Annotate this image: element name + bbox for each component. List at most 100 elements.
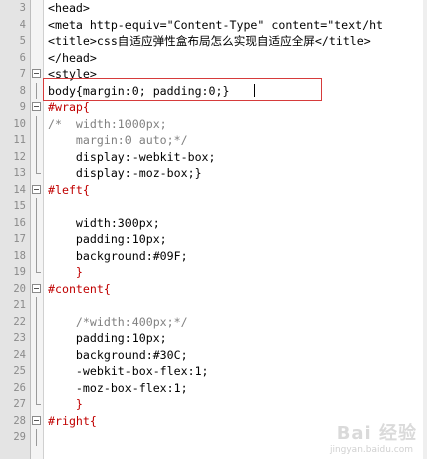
line-number: 27	[13, 398, 26, 410]
code-line[interactable]: 18 background:#09F;	[0, 247, 427, 265]
line-number: 10	[13, 117, 26, 130]
line-number: 7	[19, 68, 26, 80]
line-number: 6	[19, 51, 26, 64]
code-line[interactable]: 6 </head>	[0, 50, 427, 67]
code-text[interactable]: -moz-box-flex:1;	[48, 380, 188, 397]
code-line[interactable]: 24 background:#30C;	[0, 346, 427, 364]
code-line[interactable]: 26 -moz-box-flex:1;	[0, 379, 427, 397]
fold-toggle-icon[interactable]	[32, 99, 42, 116]
fold-guide	[32, 396, 42, 413]
code-line[interactable]: 5 <title>css自适应弹性盒布局怎么实现自适应全屏</title>	[0, 33, 427, 50]
code-text[interactable]: }	[48, 396, 83, 413]
code-line[interactable]: 14 #left{	[0, 182, 427, 199]
line-number: 29	[13, 431, 26, 443]
fold-guide	[32, 17, 42, 34]
watermark-logo: Bai 经验	[336, 423, 417, 444]
fold-guide	[32, 346, 42, 364]
code-text[interactable]: /* width:1000px;	[48, 116, 167, 133]
code-editor[interactable]: 3 <head> 4 <meta http-equiv="Content-Type" …	[0, 0, 427, 459]
line-number: 17	[13, 233, 26, 245]
vertical-scrollbar[interactable]	[423, 0, 427, 459]
code-line[interactable]: 22 /*width:400px;*/	[0, 313, 427, 331]
fold-toggle-icon[interactable]	[32, 281, 42, 298]
fold-guide	[32, 264, 42, 281]
code-text[interactable]: padding:10px;	[48, 330, 167, 347]
line-number: 5	[19, 35, 26, 47]
fold-guide	[32, 247, 42, 265]
fold-guide	[32, 330, 42, 347]
code-line[interactable]: 13 display:-moz-box;}	[0, 165, 427, 182]
code-line[interactable]: 3 <head>	[0, 0, 427, 17]
code-text[interactable]: padding:10px;	[48, 231, 167, 248]
watermark-url: jingyan.baidu.com	[329, 445, 413, 455]
line-number: 3	[19, 2, 26, 14]
line-number: 8	[19, 84, 26, 97]
fold-guide	[32, 379, 42, 397]
code-line[interactable]: 15	[0, 198, 427, 215]
code-line[interactable]: 11 margin:0 auto;*/	[0, 132, 427, 149]
code-text[interactable]: </head>	[48, 50, 97, 67]
code-text[interactable]: background:#30C;	[48, 347, 188, 364]
code-line[interactable]: 17 padding:10px;	[0, 231, 427, 248]
highlight-box	[43, 78, 322, 101]
code-text[interactable]: display:-moz-box;}	[48, 165, 202, 182]
fold-guide	[32, 429, 42, 446]
fold-guide	[32, 82, 42, 100]
fold-guide	[32, 115, 42, 133]
line-number: 18	[13, 249, 26, 262]
fold-guide	[32, 148, 42, 166]
fold-guide	[32, 214, 42, 232]
code-text[interactable]: display:-webkit-box;	[48, 149, 216, 166]
line-number: 4	[19, 18, 26, 31]
line-number: 23	[13, 332, 26, 344]
fold-guide	[32, 0, 42, 17]
line-number: 20	[13, 282, 26, 295]
fold-guide	[32, 198, 42, 215]
line-number: 13	[13, 167, 26, 179]
code-text[interactable]: <head>	[48, 0, 90, 17]
code-text[interactable]: background:#09F;	[48, 248, 188, 265]
code-line[interactable]: 23 padding:10px;	[0, 330, 427, 347]
fold-toggle-icon[interactable]	[32, 413, 42, 430]
fold-guide	[32, 50, 42, 67]
code-line[interactable]: 27 }	[0, 396, 427, 413]
line-number: 26	[13, 381, 26, 394]
code-text[interactable]: width:300px;	[48, 215, 160, 232]
line-number: 24	[13, 348, 26, 361]
code-line[interactable]: 10 /* width:1000px;	[0, 115, 427, 133]
code-text[interactable]: margin:0 auto;*/	[48, 132, 188, 149]
code-line[interactable]: 9 #wrap{	[0, 99, 427, 116]
line-number: 11	[13, 134, 26, 146]
code-line[interactable]: 21	[0, 297, 427, 314]
line-number: 25	[13, 365, 26, 377]
fold-guide	[32, 165, 42, 182]
code-text[interactable]: -webkit-box-flex:1;	[48, 363, 209, 380]
fold-guide	[32, 132, 42, 149]
code-text[interactable]: }	[48, 264, 83, 281]
code-line[interactable]: 16 width:300px;	[0, 214, 427, 232]
line-number: 15	[13, 200, 26, 212]
fold-guide	[32, 297, 42, 314]
line-number: 19	[13, 266, 26, 278]
line-number: 28	[13, 414, 26, 427]
fold-toggle-icon[interactable]	[32, 182, 42, 199]
line-number: 9	[19, 101, 26, 113]
code-line[interactable]: 4 <meta http-equiv="Content-Type" content…	[0, 17, 427, 34]
code-text[interactable]: /*width:400px;*/	[48, 314, 188, 331]
code-text[interactable]: #right{	[48, 413, 97, 430]
code-text[interactable]: #left{	[48, 182, 90, 199]
fold-guide	[32, 363, 42, 380]
code-text[interactable]: <meta http-equiv="Content-Type" content=…	[48, 17, 383, 34]
line-number: 14	[13, 183, 26, 196]
fold-toggle-icon[interactable]	[32, 66, 42, 83]
code-line[interactable]: 25 -webkit-box-flex:1;	[0, 363, 427, 380]
code-line[interactable]: 19 }	[0, 264, 427, 281]
code-text[interactable]: #content{	[48, 281, 111, 298]
fold-guide	[32, 313, 42, 331]
code-text[interactable]: #wrap{	[48, 99, 90, 116]
fold-guide	[32, 33, 42, 50]
line-number: 22	[13, 315, 26, 328]
code-line[interactable]: 12 display:-webkit-box;	[0, 148, 427, 166]
code-line[interactable]: 20 #content{	[0, 281, 427, 298]
code-text[interactable]: <title>css自适应弹性盒布局怎么实现自适应全屏</title>	[48, 33, 371, 50]
